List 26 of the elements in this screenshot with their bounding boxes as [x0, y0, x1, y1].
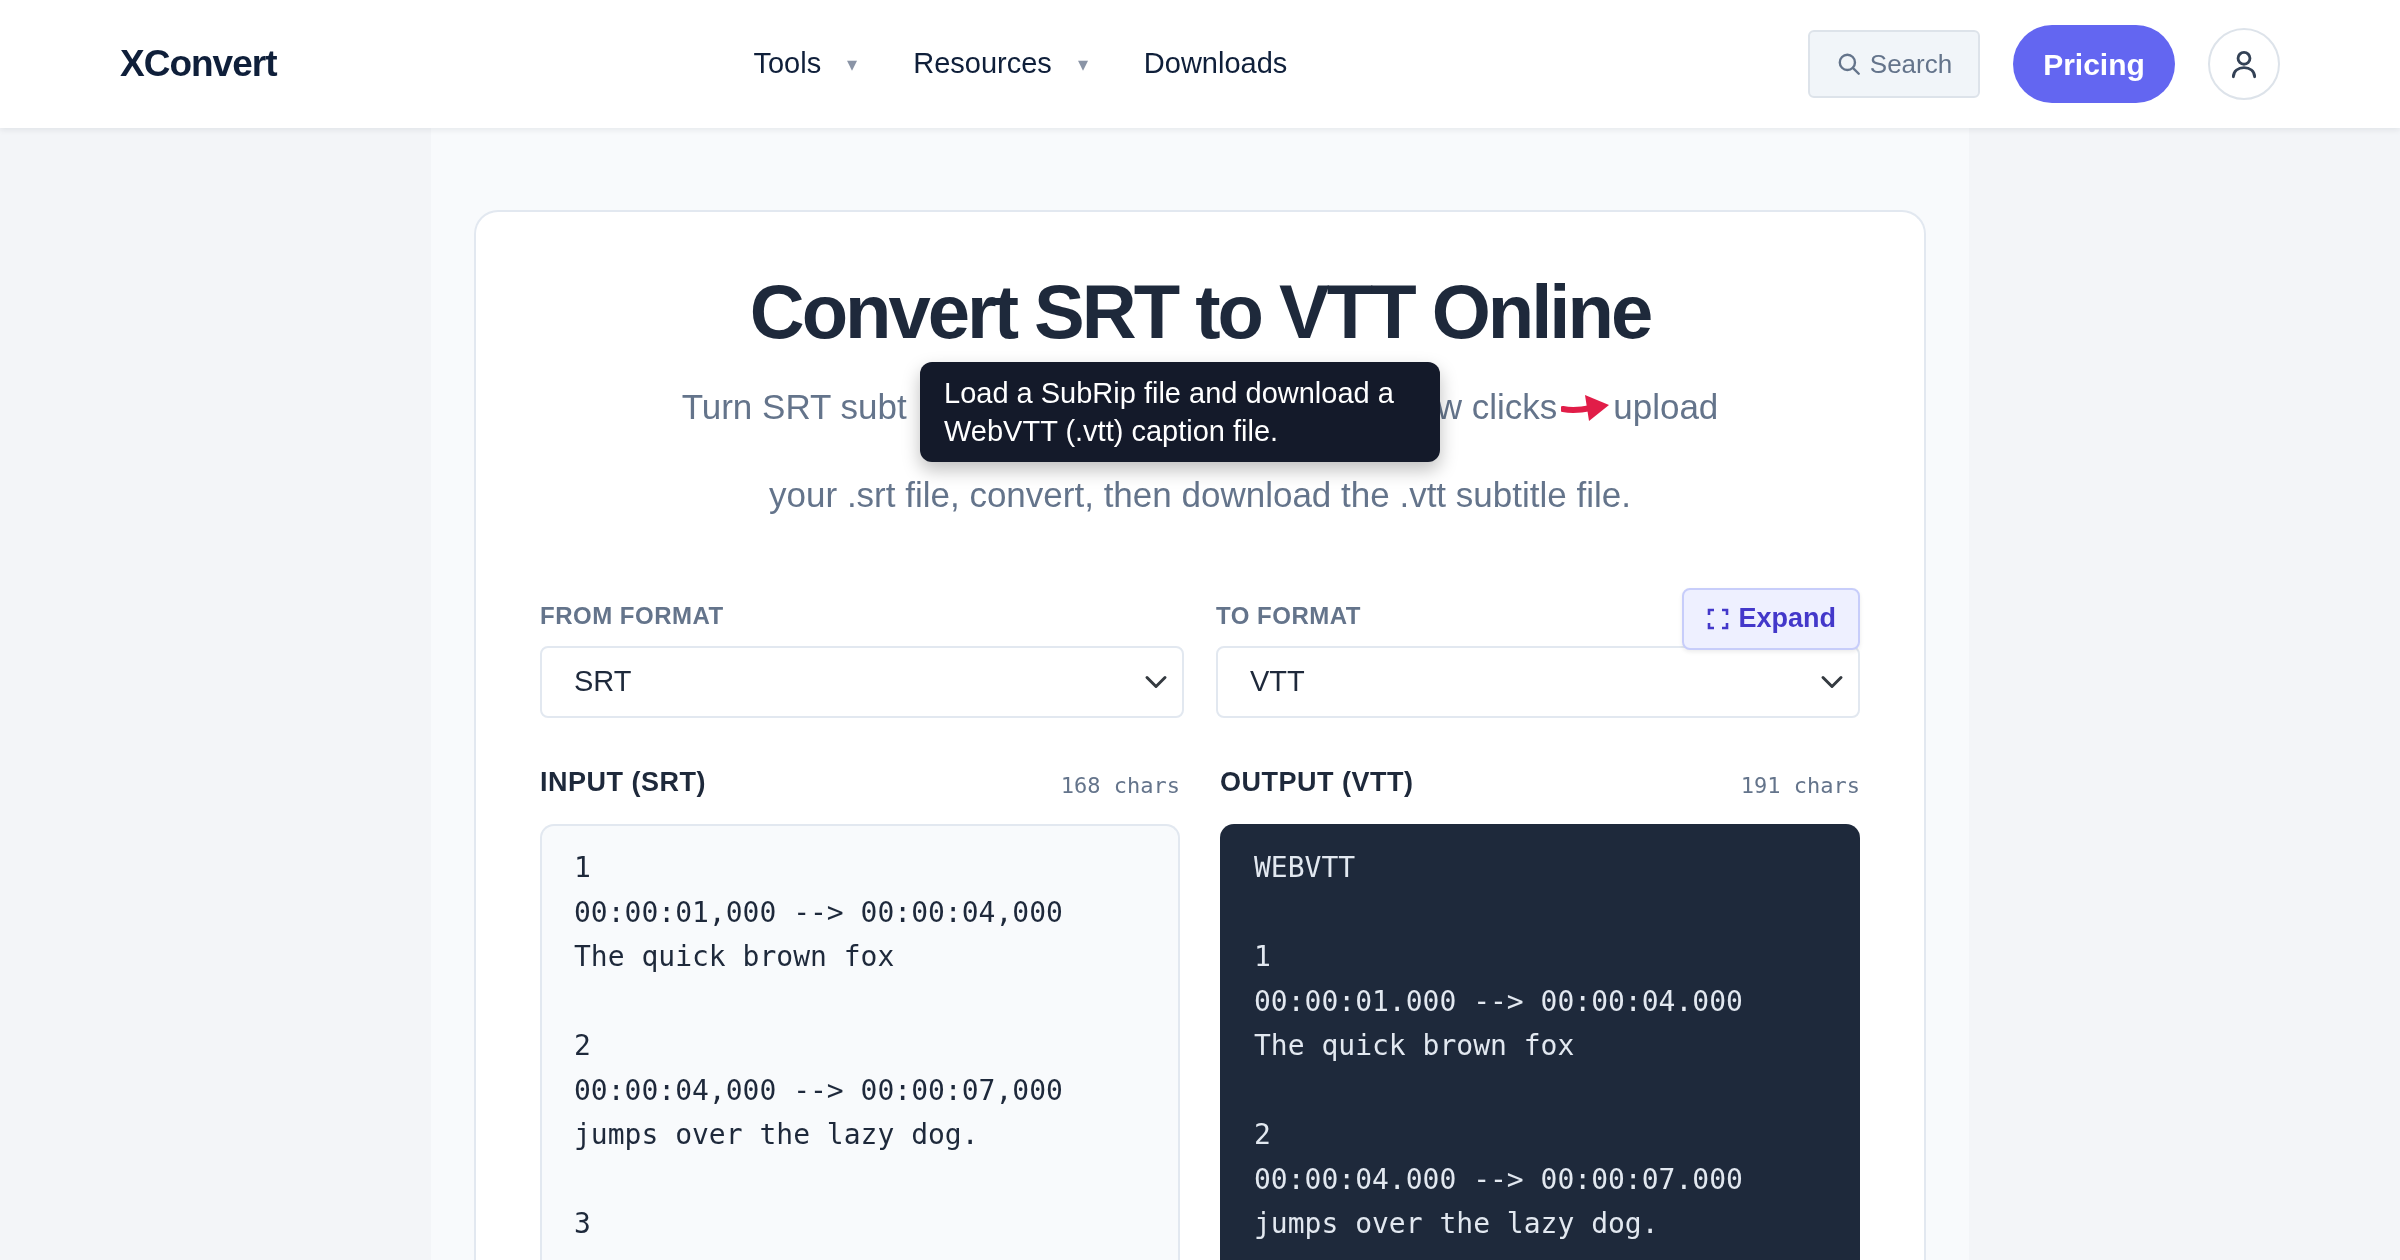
- subtitle-text: your .srt file, convert, then download the .vtt subtitle file.: [769, 473, 1631, 516]
- nav-link[interactable]: Tools ▾: [753, 42, 858, 86]
- panel-label: INPUT (SRT): [540, 765, 706, 799]
- subtitle-text: Turn SRT subt: [681, 385, 907, 428]
- subtitle-text: upload: [1613, 385, 1719, 428]
- char-count: 191 chars: [1740, 772, 1860, 801]
- format-select[interactable]: SRT: [540, 645, 1184, 718]
- char-count: 168 chars: [1060, 772, 1180, 801]
- tooltip: Load a SubRip file and download a WebVTT (.vtt) caption file.: [920, 361, 1440, 462]
- page-title: Convert SRT to VTT Online: [748, 270, 1652, 354]
- arrow-annotation: [1561, 394, 1610, 421]
- srt-input-field[interactable]: 1 00:00:01,000 --> 00:00:04,000 The quick brown fox 2 00:00:04,000 --> 00:00:07,000 jumps over the lazy dog. 3: [540, 824, 1180, 1260]
- expand-button[interactable]: Expand: [1682, 587, 1860, 650]
- nav-link[interactable]: Downloads: [1143, 42, 1288, 86]
- expand-icon: [1706, 606, 1731, 631]
- pricing-button[interactable]: Pricing: [2013, 25, 2175, 103]
- field-label: FROM FORMAT: [540, 600, 724, 631]
- nav-link[interactable]: Resources ▾: [913, 42, 1088, 86]
- caret-icon: ▾: [847, 49, 858, 79]
- vtt-output-panel: WEBVTT 1 00:00:01.000 --> 00:00:04.000 The quick brown fox 2 00:00:04.000 --> 00:00:07.000 jumps over the lazy dog.: [1220, 824, 1860, 1260]
- search-button[interactable]: Search: [1808, 30, 1980, 98]
- format-select[interactable]: VTT: [1216, 645, 1860, 718]
- field-label: TO FORMAT: [1216, 600, 1361, 631]
- logo[interactable]: XConvert: [120, 36, 277, 92]
- panel-label: OUTPUT (VTT): [1220, 765, 1414, 799]
- caret-icon: ▾: [1077, 49, 1088, 79]
